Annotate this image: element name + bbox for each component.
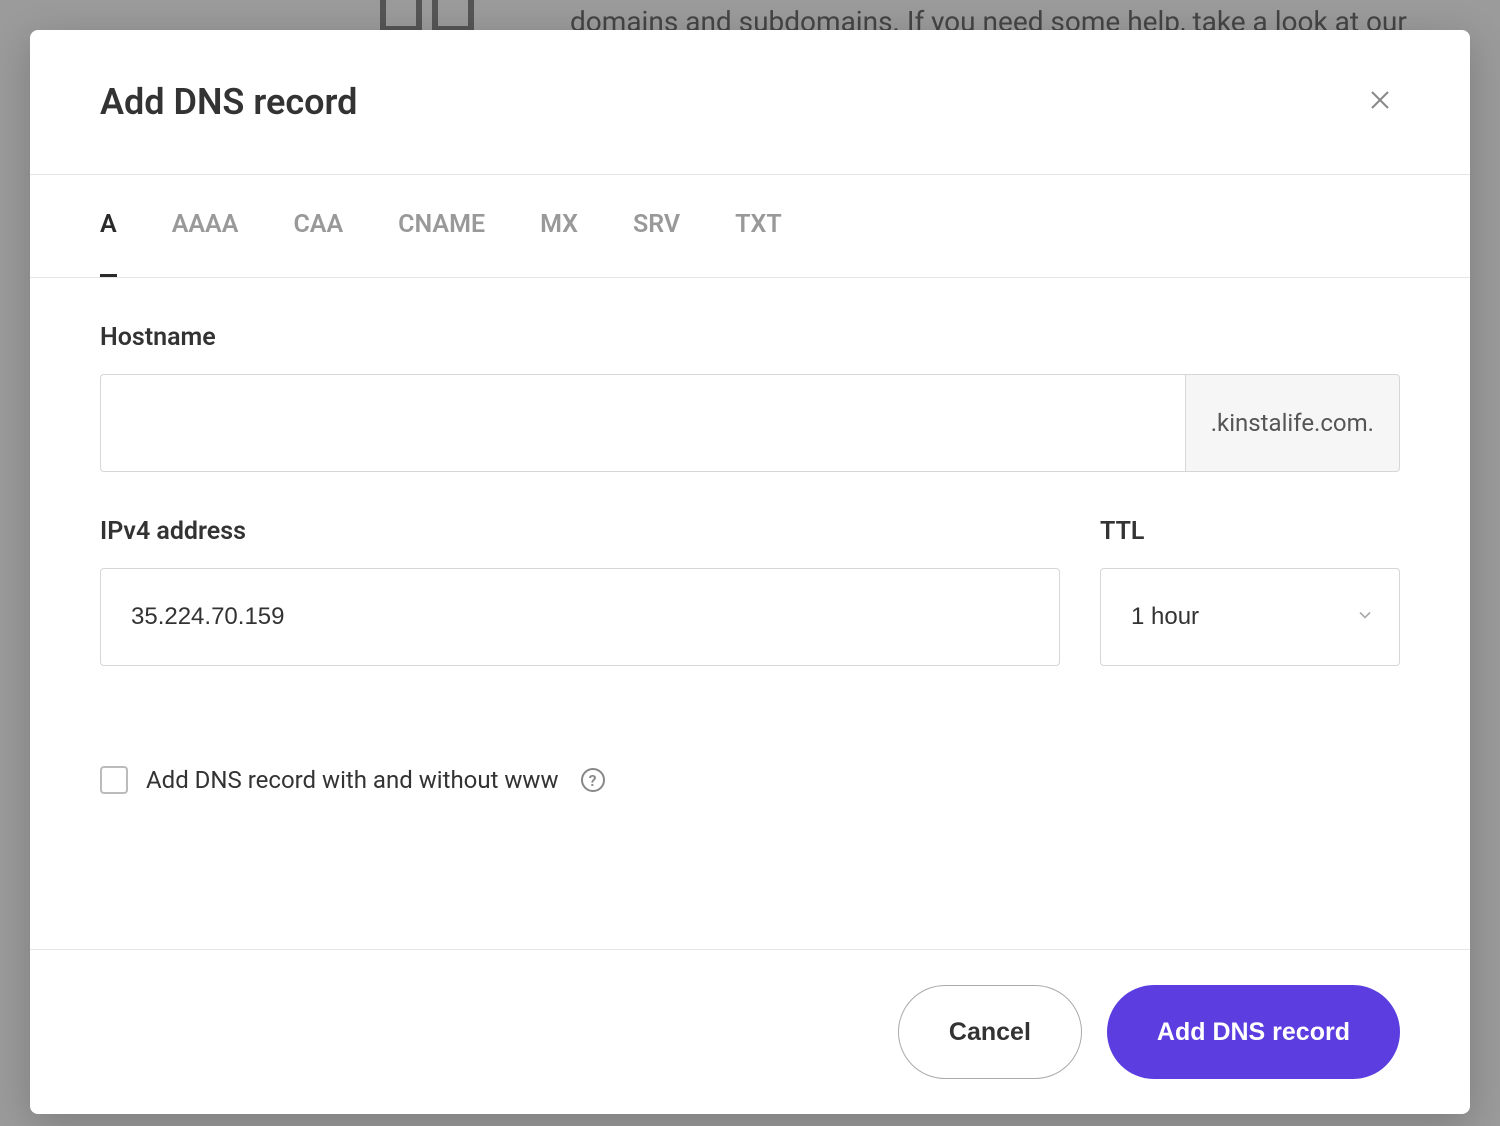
bg-square xyxy=(432,0,474,32)
hostname-label: Hostname xyxy=(100,323,1400,352)
submit-button[interactable]: Add DNS record xyxy=(1107,985,1400,1079)
ipv4-field: IPv4 address xyxy=(100,517,1060,666)
ipv4-input[interactable] xyxy=(100,568,1060,666)
help-icon[interactable]: ? xyxy=(581,768,605,792)
modal-body: Hostname .kinstalife.com. IPv4 address T… xyxy=(30,278,1470,949)
www-checkbox-label: Add DNS record with and without www xyxy=(146,766,559,794)
ttl-label: TTL xyxy=(1100,517,1400,546)
tab-srv[interactable]: SRV xyxy=(633,175,680,277)
tab-a[interactable]: A xyxy=(100,175,117,277)
ip-ttl-row: IPv4 address TTL 1 hour xyxy=(100,517,1400,711)
hostname-field: Hostname .kinstalife.com. xyxy=(100,323,1400,472)
bg-decorative-squares xyxy=(380,0,474,32)
close-icon xyxy=(1368,88,1392,112)
tab-mx[interactable]: MX xyxy=(540,175,578,277)
ipv4-label: IPv4 address xyxy=(100,517,1060,546)
hostname-suffix: .kinstalife.com. xyxy=(1185,374,1400,472)
ttl-select[interactable]: 1 hour xyxy=(1100,568,1400,666)
ttl-field: TTL 1 hour xyxy=(1100,517,1400,666)
tab-caa[interactable]: CAA xyxy=(293,175,343,277)
cancel-button[interactable]: Cancel xyxy=(898,985,1082,1079)
tab-cname[interactable]: CNAME xyxy=(398,175,485,277)
bg-square xyxy=(380,0,422,32)
tab-aaaa[interactable]: AAAA xyxy=(172,175,239,277)
www-checkbox-row: Add DNS record with and without www ? xyxy=(100,766,1400,794)
modal-footer: Cancel Add DNS record xyxy=(30,949,1470,1114)
hostname-row: .kinstalife.com. xyxy=(100,374,1400,472)
add-dns-modal: Add DNS record A AAAA CAA CNAME MX SRV T… xyxy=(30,30,1470,1114)
record-type-tabs: A AAAA CAA CNAME MX SRV TXT xyxy=(30,175,1470,278)
modal-title: Add DNS record xyxy=(100,81,357,123)
modal-header: Add DNS record xyxy=(30,30,1470,175)
hostname-input[interactable] xyxy=(100,374,1185,472)
tab-txt[interactable]: TXT xyxy=(735,175,782,277)
ttl-select-wrap: 1 hour xyxy=(1100,568,1400,666)
close-button[interactable] xyxy=(1360,80,1400,124)
www-checkbox[interactable] xyxy=(100,766,128,794)
